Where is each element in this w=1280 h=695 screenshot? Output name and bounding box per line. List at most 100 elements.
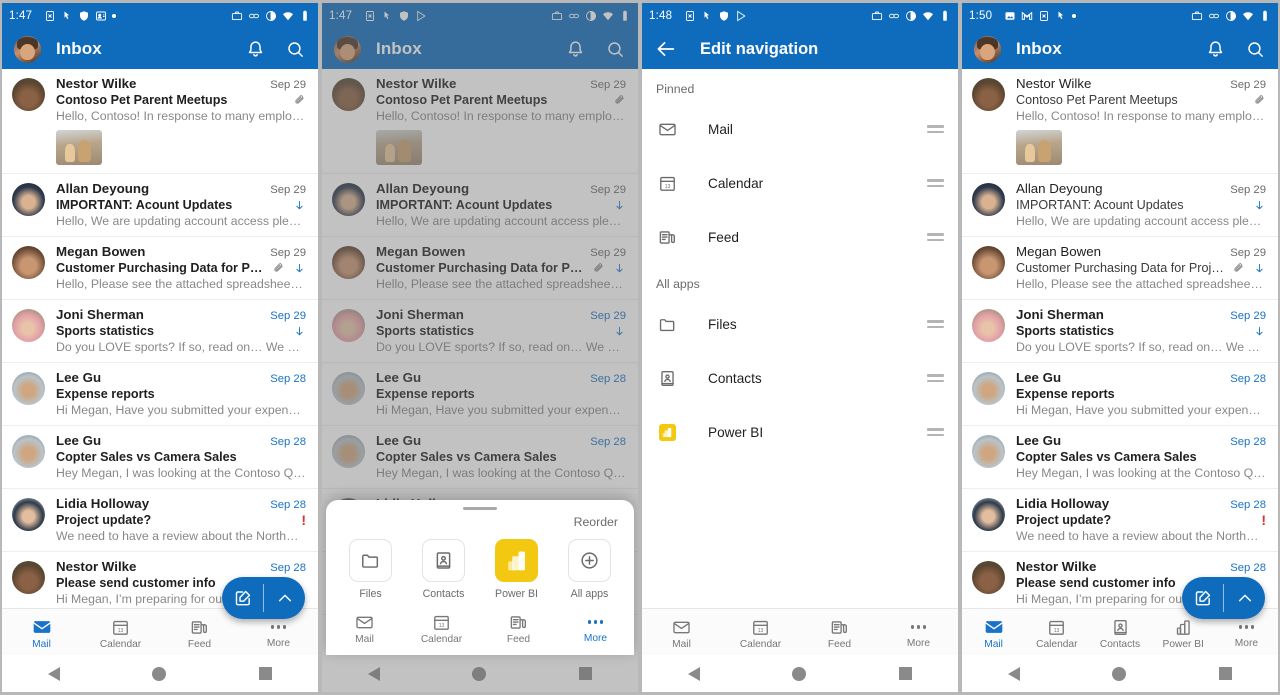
email-subject: IMPORTANT: Acount Updates xyxy=(56,198,233,212)
nav-item-calendar[interactable]: 13 Calendar xyxy=(642,156,958,210)
list-item[interactable]: Lee Gu Sep 28 Copter Sales vs Camera Sal… xyxy=(962,426,1278,489)
app-tile-files[interactable]: Files xyxy=(334,539,407,600)
list-item[interactable]: Joni Sherman Sep 29 Sports statistics Do… xyxy=(962,300,1278,363)
bell-icon[interactable] xyxy=(1205,39,1226,60)
triangle-back-icon[interactable] xyxy=(688,666,701,681)
tab-label: More xyxy=(1234,638,1259,649)
tab-label: Feed xyxy=(187,638,212,650)
nav-item-power-bi[interactable]: Power BI xyxy=(642,405,958,459)
tab-calendar[interactable]: 13 Calendar xyxy=(403,610,480,645)
avatar xyxy=(972,435,1005,468)
tab-power-bi[interactable]: Power BI xyxy=(1152,615,1215,650)
tab-feed[interactable]: Feed xyxy=(480,610,557,645)
svg-text:13: 13 xyxy=(118,627,124,633)
square-recents-icon[interactable] xyxy=(258,667,272,680)
bell-icon[interactable] xyxy=(245,39,266,60)
list-item[interactable]: Lidia Holloway Sep 28 Project update? ! … xyxy=(962,489,1278,552)
reorder-button[interactable]: Reorder xyxy=(326,510,634,529)
tab-more[interactable]: More xyxy=(879,615,958,649)
compose-button[interactable] xyxy=(1182,577,1223,619)
list-item[interactable]: Allan Deyoung Sep 29 IMPORTANT: Acount U… xyxy=(2,174,318,237)
tab-calendar[interactable]: 13 Calendar xyxy=(81,615,160,650)
tab-calendar[interactable]: 13 Calendar xyxy=(721,615,800,650)
tab-mail[interactable]: Mail xyxy=(962,614,1025,650)
avatar[interactable] xyxy=(974,35,1001,63)
tab-more[interactable]: More xyxy=(1215,615,1278,649)
nav-item-mail[interactable]: Mail xyxy=(642,102,958,156)
drag-handle-icon[interactable] xyxy=(927,179,944,187)
status-bar: 1:50 xyxy=(962,3,1278,29)
triangle-back-icon[interactable] xyxy=(1008,666,1021,681)
compose-button[interactable] xyxy=(222,577,263,619)
search-icon[interactable] xyxy=(1245,39,1266,60)
tab-mail[interactable]: Mail xyxy=(2,614,81,650)
tab-calendar[interactable]: 13 Calendar xyxy=(1025,615,1088,650)
tab-mail[interactable]: Mail xyxy=(642,615,721,650)
list-item[interactable]: Megan Bowen Sep 29 Customer Purchasing D… xyxy=(2,237,318,300)
tab-feed[interactable]: Feed xyxy=(800,615,879,650)
email-subject: Sports statistics xyxy=(56,324,154,338)
avatar xyxy=(972,561,1005,594)
download-icon[interactable] xyxy=(1253,199,1266,212)
circle-home-icon[interactable] xyxy=(792,666,807,681)
download-icon[interactable] xyxy=(293,325,306,338)
circle-home-icon[interactable] xyxy=(1112,666,1127,681)
triangle-back-icon[interactable] xyxy=(48,666,61,681)
search-icon[interactable] xyxy=(285,39,306,60)
download-icon[interactable] xyxy=(293,262,306,275)
tab-contacts[interactable]: Contacts xyxy=(1088,615,1151,650)
app-tile-contacts[interactable]: Contacts xyxy=(407,539,480,600)
list-item[interactable]: Megan Bowen Sep 29 Customer Purchasing D… xyxy=(962,237,1278,300)
tab-more[interactable]: More xyxy=(239,615,318,649)
avatar xyxy=(972,372,1005,405)
email-preview: Do you LOVE sports? If so, read on… We a… xyxy=(1016,340,1266,354)
app-tile-label: Files xyxy=(359,588,382,600)
list-item[interactable]: Nestor Wilke Sep 29 Contoso Pet Parent M… xyxy=(962,69,1278,174)
list-item[interactable]: Lidia Holloway Sep 28 Project update? ! … xyxy=(2,489,318,552)
email-subject: Customer Purchasing Data for Project 9 xyxy=(1016,261,1226,275)
app-tile-power-bi[interactable]: Power BI xyxy=(480,539,553,600)
list-item[interactable]: Nestor Wilke Sep 29 Contoso Pet Parent M… xyxy=(2,69,318,174)
nav-item-label: Feed xyxy=(708,229,739,245)
avatar xyxy=(12,78,45,111)
email-sender: Joni Sherman xyxy=(56,307,144,322)
tab-label: Contacts xyxy=(1099,638,1141,650)
list-item[interactable]: Lee Gu Sep 28 Copter Sales vs Camera Sal… xyxy=(2,426,318,489)
drag-handle-icon[interactable] xyxy=(927,428,944,436)
tab-mail[interactable]: Mail xyxy=(326,610,403,645)
tab-label: Mail xyxy=(32,639,51,650)
nav-item-files[interactable]: Files xyxy=(642,297,958,351)
email-subject: Project update? xyxy=(1016,513,1112,527)
drag-handle-icon[interactable] xyxy=(927,125,944,133)
plus-circle-icon xyxy=(568,539,611,582)
email-sender: Lee Gu xyxy=(56,370,102,385)
list-item[interactable]: Lee Gu Sep 28 Expense reports Hi Megan, … xyxy=(962,363,1278,426)
expand-fab-button[interactable] xyxy=(1224,577,1265,619)
download-icon[interactable] xyxy=(1253,262,1266,275)
sim-card-icon xyxy=(44,10,56,22)
drag-handle-icon[interactable] xyxy=(927,233,944,241)
nav-item-feed[interactable]: Feed xyxy=(642,210,958,264)
square-recents-icon[interactable] xyxy=(1218,667,1232,680)
expand-fab-button[interactable] xyxy=(264,577,305,619)
app-tile-all-apps[interactable]: All apps xyxy=(553,539,626,600)
avatar[interactable] xyxy=(14,35,41,63)
tab-feed[interactable]: Feed xyxy=(160,615,239,650)
circle-home-icon[interactable] xyxy=(152,666,167,681)
download-icon[interactable] xyxy=(1253,325,1266,338)
back-arrow-icon[interactable] xyxy=(654,37,678,61)
square-recents-icon[interactable] xyxy=(898,667,912,680)
email-preview: We need to have a review about the North… xyxy=(1016,529,1266,543)
app-bar: Inbox xyxy=(962,29,1278,69)
drag-handle-icon[interactable] xyxy=(927,374,944,382)
compose-fab xyxy=(222,577,305,619)
drag-handle-icon[interactable] xyxy=(927,320,944,328)
list-item[interactable]: Lee Gu Sep 28 Expense reports Hi Megan, … xyxy=(2,363,318,426)
app-tile-label: Contacts xyxy=(422,588,465,600)
list-item[interactable]: Joni Sherman Sep 29 Sports statistics Do… xyxy=(2,300,318,363)
nav-item-contacts[interactable]: Contacts xyxy=(642,351,958,405)
tab-more[interactable]: More xyxy=(557,610,634,645)
download-icon[interactable] xyxy=(293,199,306,212)
email-preview: Hello, Please see the attached spreadshe… xyxy=(56,277,306,291)
list-item[interactable]: Allan Deyoung Sep 29 IMPORTANT: Acount U… xyxy=(962,174,1278,237)
